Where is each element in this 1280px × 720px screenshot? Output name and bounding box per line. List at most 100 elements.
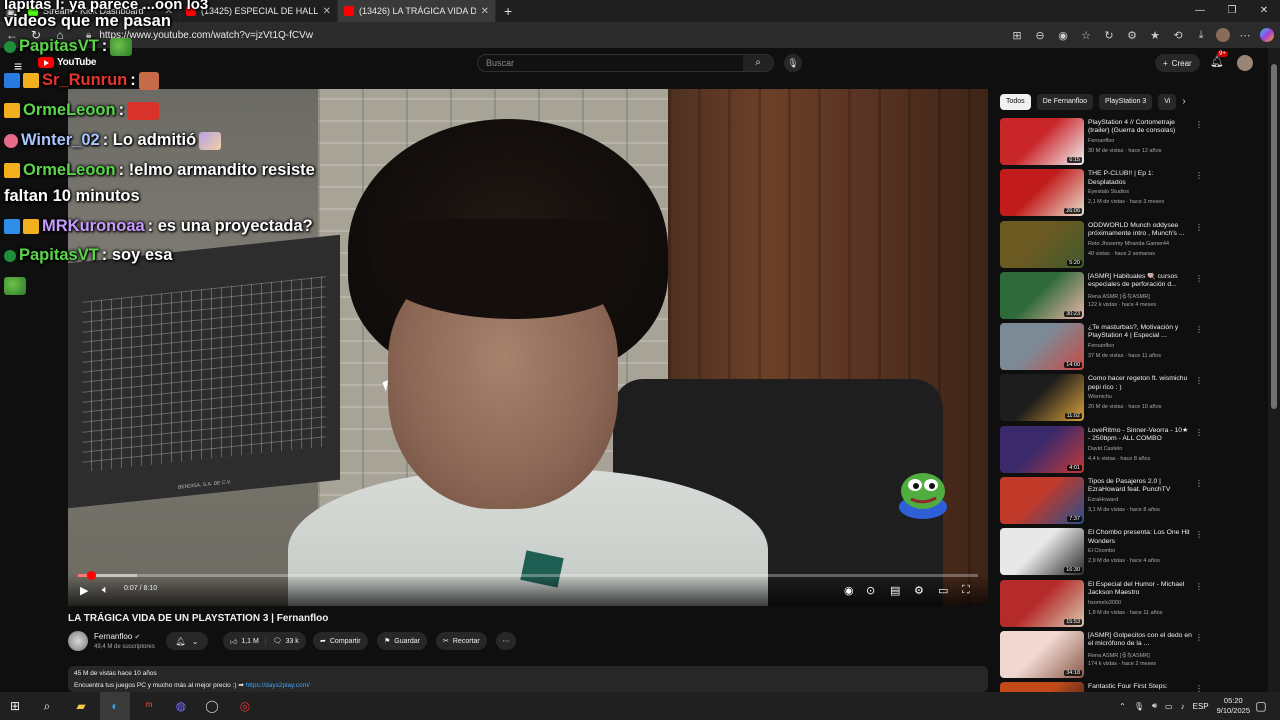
channel-name[interactable]: Fernanfloo ✔	[94, 632, 140, 641]
recommendation-item[interactable]: 6:15 PlayStation 4 // Cortometraje (trail…	[1000, 118, 1205, 169]
recommendation-channel[interactable]: Fernanfloo	[1088, 138, 1198, 144]
video-thumbnail[interactable]: 5:20	[1000, 220, 1084, 268]
chip-channel[interactable]: De Fernanfloo	[1036, 93, 1094, 110]
video-thumbnail[interactable]: 16:30	[1000, 528, 1084, 576]
recommendation-title[interactable]: [ASMR] Golpecitos con el dedo en el micr…	[1088, 632, 1192, 648]
recommendation-channel[interactable]: Rena ASMR [るなASMR]	[1088, 651, 1198, 659]
volume-tray-icon[interactable]: ♪	[1181, 702, 1185, 711]
recommendation-channel[interactable]: hsomelo3000	[1088, 600, 1198, 606]
autoplay-toggle[interactable]: ⊙	[866, 584, 875, 597]
more-vert-icon[interactable]: ⋮	[1195, 633, 1203, 642]
more-vert-icon[interactable]: ⋮	[1195, 274, 1203, 283]
app-icon[interactable]: ⊞	[1009, 29, 1025, 42]
play-icon[interactable]: ▶	[80, 584, 88, 597]
recommendation-item[interactable]: 4:01 LoveRitmo - Sinner-Veorra - 10★ - 25…	[1000, 425, 1205, 477]
favorite-star-icon[interactable]: ☆	[1078, 29, 1094, 42]
mic-tray-icon[interactable]: 🎙︎	[1134, 702, 1144, 711]
recommendation-item[interactable]: 5:20 ODDWORLD Munch oddysee próximamente …	[1000, 220, 1205, 272]
tab-halloween[interactable]: (13425) ESPECIAL DE HALLOWEEN ✕	[180, 0, 338, 22]
recommendation-title[interactable]: Como hacer regeton ft. wismichu pepi ric…	[1088, 375, 1192, 391]
recommendation-item[interactable]: 26:06 THE P-CLUB!! | Ep 1: Desplatados Eye…	[1000, 169, 1205, 220]
history-icon[interactable]: ⟲	[1170, 29, 1186, 42]
more-vert-icon[interactable]: ⋮	[1195, 120, 1203, 129]
share-button[interactable]: ➦ Compartir	[313, 632, 368, 650]
windows-start-icon[interactable]: ⊞	[6, 697, 24, 715]
recommendation-title[interactable]: PlayStation 4 // Cortometraje (trailer) …	[1088, 119, 1192, 135]
theater-mode-icon[interactable]: ▭	[938, 584, 948, 597]
obs-icon[interactable]: ◯	[203, 697, 221, 715]
video-thumbnail[interactable]: 4:01	[1000, 425, 1084, 473]
eye-toggle-icon[interactable]: ◉	[844, 584, 854, 597]
more-vert-icon[interactable]: ⋮	[1195, 325, 1203, 334]
recommendation-item[interactable]: 34:18 [ASMR] Golpecitos con el dedo en el…	[1000, 630, 1205, 682]
recommendation-item[interactable]: 11:02 Como hacer regeton ft. wismichu pep…	[1000, 374, 1205, 425]
tab-kick-dashboard[interactable]: Stream - Kick Dashboard ✕	[22, 0, 180, 22]
settings-gear-icon[interactable]: ⚙	[914, 584, 924, 597]
page-scrollbar[interactable]	[1268, 48, 1280, 692]
video-thumbnail[interactable]: 14:00	[1000, 323, 1084, 371]
url-field[interactable]: 🔒︎ https://www.youtube.com/watch?v=jzVt1…	[86, 25, 986, 45]
recommendation-title[interactable]: Fantastic Four First Steps:	[1088, 683, 1192, 691]
close-window-button[interactable]: ✕	[1248, 0, 1280, 22]
video-thumbnail[interactable]: 15:53	[1000, 579, 1084, 627]
search-icon[interactable]: ⌕	[38, 697, 56, 715]
scrubber-handle[interactable]	[86, 571, 96, 580]
eye-icon[interactable]: ◉	[1055, 29, 1071, 42]
recommendation-channel[interactable]: EzraHoward	[1088, 497, 1198, 503]
more-vert-icon[interactable]: ⋮	[1195, 530, 1203, 539]
profile-avatar[interactable]	[1216, 28, 1230, 42]
more-vert-icon[interactable]: ⋮	[1195, 171, 1203, 180]
subtitles-icon[interactable]: ▤	[890, 584, 900, 597]
close-tab-icon[interactable]: ✕	[165, 6, 173, 17]
recommendation-item[interactable]: 14:00 ¿Te masturbas?, Motivación y PlaySt…	[1000, 323, 1205, 374]
recommendation-title[interactable]: THE P-CLUB!! | Ep 1: Desplatados	[1088, 170, 1192, 186]
more-actions-button[interactable]: ⋯	[496, 632, 516, 650]
video-thumbnail[interactable]: 34:18	[1000, 630, 1084, 678]
recommendation-item[interactable]: 30:23 [ASMR] Habituales 🍭 cursos especial…	[1000, 271, 1205, 323]
window-menu-icon[interactable]: ▣	[0, 0, 22, 22]
notifications-icon[interactable]: ▢	[1252, 697, 1270, 715]
speaker-icon[interactable]: 🔊︎	[1152, 701, 1157, 711]
new-tab-button[interactable]: +	[496, 3, 520, 19]
favorites-icon[interactable]: ★	[1147, 29, 1163, 42]
recommendation-channel[interactable]: Wismichu	[1088, 394, 1198, 400]
subscribed-button[interactable]: 🔔︎ ⌄	[166, 632, 208, 650]
close-tab-icon[interactable]: ✕	[481, 6, 489, 17]
notifications-bell-icon[interactable]: 🔔︎ 9+	[1210, 51, 1228, 68]
like-dislike-button[interactable]: 👍︎ 1,1 M | 🗨︎ 33 k	[223, 632, 306, 650]
microphone-icon[interactable]: 🎙︎	[784, 54, 802, 72]
close-tab-icon[interactable]: ✕	[323, 6, 331, 17]
video-thumbnail[interactable]: 11:02	[1000, 374, 1084, 422]
recommendation-channel[interactable]: Rena ASMR [るなASMR]	[1088, 292, 1198, 300]
fullscreen-icon[interactable]: ⛶	[962, 584, 970, 597]
maximize-button[interactable]: ❐	[1216, 0, 1248, 22]
video-thumbnail[interactable]: 26:06	[1000, 169, 1084, 217]
recommendation-item[interactable]: 16:30 El Chombo presenta: Los One Hit Won…	[1000, 528, 1205, 579]
hamburger-menu-icon[interactable]: ≡	[14, 58, 22, 74]
extensions-icon[interactable]: ⚙	[1124, 29, 1140, 42]
search-input[interactable]	[478, 58, 738, 68]
save-button[interactable]: ⚑ Guardar	[377, 632, 427, 650]
file-explorer-icon[interactable]: ▰	[72, 697, 90, 715]
refresh-icon[interactable]: ↻	[1101, 29, 1117, 42]
video-thumbnail[interactable]: 30:23	[1000, 271, 1084, 319]
youtube-logo[interactable]: YouTube	[38, 57, 97, 68]
video-thumbnail[interactable]: 6:15	[1000, 118, 1084, 165]
clock[interactable]: 05:20 9/10/2025	[1217, 696, 1250, 716]
tab-playstation-video[interactable]: (13426) LA TRÁGICA VIDA DE UN ✕	[338, 0, 496, 22]
back-button[interactable]: ←	[0, 28, 24, 42]
language-indicator[interactable]: ESP	[1193, 702, 1209, 711]
recommendation-item[interactable]: 15:53 El Especial del Humor - Michael Jac…	[1000, 579, 1205, 631]
app-icon[interactable]: ᵐ	[140, 697, 158, 715]
description-link[interactable]: https://days2play.com/	[246, 682, 310, 689]
more-vert-icon[interactable]: ⋮	[1195, 376, 1203, 385]
chevron-right-icon[interactable]: ›	[1182, 96, 1185, 107]
recommendation-channel[interactable]: David Castelo	[1088, 446, 1198, 452]
recommendation-channel[interactable]: Eyestalo Studios	[1088, 189, 1198, 195]
recommendation-channel[interactable]: Fernanfloo	[1088, 343, 1198, 349]
clip-button[interactable]: ✂ Recortar	[436, 632, 487, 650]
progress-bar[interactable]	[78, 571, 978, 580]
download-icon[interactable]: ⤓	[1193, 29, 1209, 42]
reload-button[interactable]: ↻	[24, 28, 48, 42]
create-button[interactable]: + Crear	[1155, 54, 1200, 72]
